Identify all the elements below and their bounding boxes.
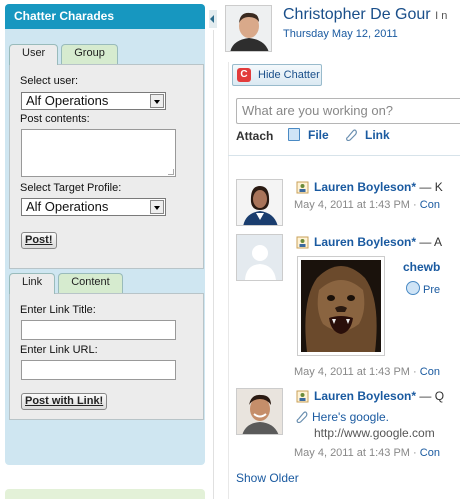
profile-name[interactable]: Christopher De Gour <box>283 6 431 23</box>
user-post-icon <box>296 181 309 194</box>
feed-comment-link[interactable]: Con <box>420 366 440 378</box>
collapse-sidebar-arrow-icon[interactable] <box>209 10 217 28</box>
post-form-panel: Select user: Alf Operations Post content… <box>9 64 204 269</box>
post-button[interactable]: Post! <box>21 232 57 249</box>
post-contents-label: Post contents: <box>20 113 90 125</box>
user-post-icon <box>296 236 309 249</box>
feed-author-name[interactable]: Lauren Boyleson* <box>314 389 416 403</box>
target-profile-value: Alf Operations <box>26 199 109 214</box>
link-url-input[interactable] <box>21 360 176 380</box>
hide-chatter-label: Hide Chatter <box>258 69 320 81</box>
feed-author-avatar[interactable] <box>236 234 283 281</box>
feed-comment-link[interactable]: Con <box>420 199 440 211</box>
attach-label: Attach <box>236 129 274 143</box>
feed-meta: May 4, 2011 at 1:43 PM · Con <box>294 199 440 211</box>
post-contents-textarea[interactable] <box>21 129 176 177</box>
file-icon <box>288 128 300 141</box>
target-profile-dropdown[interactable]: Alf Operations <box>21 198 166 216</box>
paperclip-icon <box>296 411 308 424</box>
chatter-logo-icon: C <box>237 68 251 82</box>
feed-target[interactable]: — A <box>416 235 442 249</box>
post-with-link-button[interactable]: Post with Link! <box>21 393 108 410</box>
tab-link[interactable]: Link <box>9 273 56 294</box>
link-content-tabs: Link Content <box>9 273 126 294</box>
feed-meta: May 4, 2011 at 1:43 PM · Con <box>294 447 440 459</box>
status-placeholder: What are you working on? <box>242 103 394 118</box>
feed-item-header: Lauren Boyleson* — A <box>314 235 442 249</box>
profile-avatar[interactable] <box>225 5 272 52</box>
attach-link-label: Link <box>365 128 390 142</box>
feed-item-header: Lauren Boyleson* — Q <box>314 389 444 403</box>
link-url-label: Enter Link URL: <box>20 344 98 356</box>
dropdown-arrow-icon <box>150 200 164 214</box>
profile-date: Thursday May 12, 2011 <box>283 28 398 40</box>
feed-author-avatar[interactable] <box>236 388 283 435</box>
feed-author-name[interactable]: Lauren Boyleson* <box>314 235 416 249</box>
feed-timestamp[interactable]: May 4, 2011 at 1:43 PM <box>294 366 410 378</box>
feed-meta-separator: · <box>409 366 420 378</box>
feed-meta-separator: · <box>409 447 420 459</box>
attachment-thumbnail[interactable] <box>297 256 385 356</box>
dropdown-arrow-icon <box>150 94 164 108</box>
status-update-input[interactable]: What are you working on? <box>236 98 460 124</box>
profile-name-suffix: I n <box>435 10 448 22</box>
paperclip-icon <box>346 129 357 141</box>
attachment-title[interactable]: chewb <box>403 260 440 274</box>
attach-link-link[interactable]: Link <box>345 128 390 142</box>
select-user-dropdown[interactable]: Alf Operations <box>21 92 166 110</box>
show-older-link[interactable]: Show Older <box>236 471 299 485</box>
link-form-panel: Enter Link Title: Enter Link URL: Post w… <box>9 293 204 420</box>
feed-comment-link[interactable]: Con <box>420 447 440 459</box>
shared-link[interactable]: Here's google. <box>295 410 389 424</box>
attach-file-label: File <box>308 128 329 142</box>
post-target-tabs: User Group <box>9 44 121 65</box>
feed-author-name[interactable]: Lauren Boyleson* <box>314 180 416 194</box>
link-title-label: Enter Link Title: <box>20 304 96 316</box>
sidebar-divider <box>213 30 214 499</box>
feed-item-header: Lauren Boyleson* — K <box>314 180 443 194</box>
select-user-value: Alf Operations <box>26 93 109 108</box>
chewbacca-image <box>301 260 381 352</box>
feed-target[interactable]: — K <box>416 180 442 194</box>
feed-separator <box>228 155 460 156</box>
feed-author-avatar[interactable] <box>236 179 283 226</box>
resize-grip-icon[interactable] <box>168 169 174 175</box>
feed-timestamp[interactable]: May 4, 2011 at 1:43 PM <box>294 199 410 211</box>
attach-file-link[interactable]: File <box>288 128 329 142</box>
select-user-label: Select user: <box>20 75 79 87</box>
profile-name-line: Christopher De Gour I n <box>283 6 447 24</box>
next-sidebar-section <box>5 489 205 499</box>
sidebar-title: Chatter Charades <box>5 4 205 29</box>
feed-timestamp[interactable]: May 4, 2011 at 1:43 PM <box>294 447 410 459</box>
feed-meta: May 4, 2011 at 1:43 PM · Con <box>294 366 440 378</box>
hide-chatter-button[interactable]: C Hide Chatter <box>232 64 322 86</box>
shared-link-title: Here's google. <box>312 410 390 424</box>
tab-content[interactable]: Content <box>58 273 123 293</box>
tab-user[interactable]: User <box>9 44 59 65</box>
shared-link-url: http://www.google.com <box>314 426 435 440</box>
link-title-input[interactable] <box>21 320 176 340</box>
attachment-preview-link[interactable]: Pre <box>406 281 440 296</box>
tab-group[interactable]: Group <box>61 44 118 64</box>
target-profile-label: Select Target Profile: <box>20 182 122 194</box>
user-post-icon <box>296 390 309 403</box>
feed-meta-separator: · <box>409 199 420 211</box>
feed-target[interactable]: — Q <box>416 389 444 403</box>
